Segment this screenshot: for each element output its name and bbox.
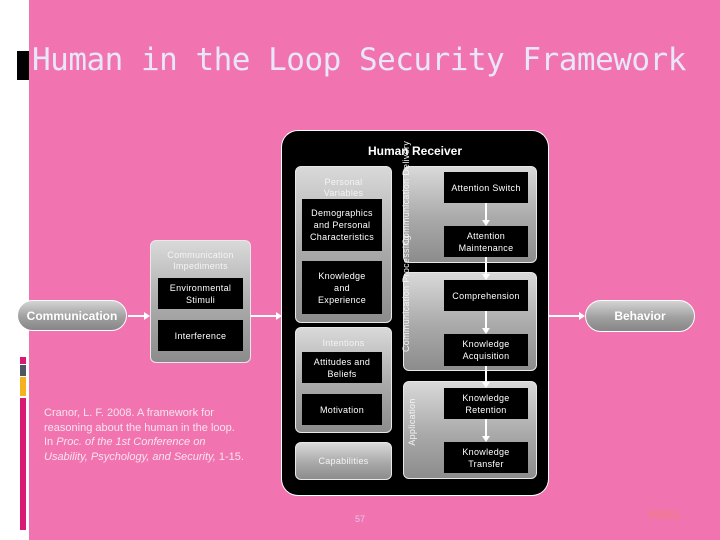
slide-title: Human in the Loop Security Framework bbox=[32, 42, 686, 78]
citation-line-2: reasoning about the human in the loop. bbox=[44, 421, 235, 434]
citation: Cranor, L. F. 2008. A framework for reas… bbox=[44, 406, 284, 464]
attitudes-beliefs-text: Attitudes and Beliefs bbox=[313, 356, 371, 379]
accent-strip-gold bbox=[20, 377, 26, 396]
attention-maintenance-box: Attention Maintenance bbox=[444, 226, 528, 257]
demographics-box: Demographics and Personal Characteristic… bbox=[302, 199, 382, 251]
arrow-impediments-to-receiver bbox=[251, 312, 282, 320]
comprehension-box: Comprehension bbox=[444, 280, 528, 311]
knowledge-transfer-box: Knowledge Transfer bbox=[444, 442, 528, 473]
citation-line-3: In Proc. of the 1st Conference on bbox=[44, 435, 284, 450]
accent-strip-magenta bbox=[20, 398, 26, 530]
title-marker bbox=[17, 51, 29, 80]
interference-box: Interference bbox=[158, 320, 243, 351]
communication-node: Communication bbox=[17, 300, 127, 331]
arrow-switch-to-maintenance bbox=[482, 203, 490, 226]
arrow-retention-to-transfer bbox=[482, 419, 490, 442]
attention-switch-box: Attention Switch bbox=[444, 172, 528, 203]
page-number: 57 bbox=[355, 514, 366, 524]
capabilities-label: Capabilities bbox=[318, 456, 369, 466]
communication-impediments-label: Communication Impediments bbox=[167, 250, 234, 271]
knowledge-acquisition-box: Knowledge Acquisition bbox=[444, 334, 528, 366]
personal-variables-label: Personal Variables bbox=[323, 177, 364, 198]
attention-maintenance-text: Attention Maintenance bbox=[458, 230, 514, 253]
knowledge-retention-box: Knowledge Retention bbox=[444, 388, 528, 419]
citation-conference: Usability, Psychology, and Security, bbox=[44, 450, 216, 463]
intentions-label: Intentions bbox=[322, 338, 365, 348]
citation-proceedings: Proc. of the 1st Conference on bbox=[56, 436, 206, 448]
accent-strip-gray bbox=[20, 365, 26, 376]
citation-pages: 1-15. bbox=[215, 450, 244, 463]
citation-line-1: Cranor, L. F. 2008. A framework for bbox=[44, 407, 214, 419]
capabilities-group: Capabilities bbox=[295, 442, 392, 480]
knowledge-experience-box: Knowledge and Experience bbox=[302, 261, 382, 314]
knowledge-transfer-text: Knowledge Transfer bbox=[462, 446, 510, 469]
copyright-notice: ©2011 bbox=[648, 509, 680, 521]
citation-in: In bbox=[44, 436, 57, 448]
environmental-stimuli-text: Environmental Stimuli bbox=[169, 282, 232, 305]
knowledge-acquisition-text: Knowledge Acquisition bbox=[462, 339, 510, 361]
human-receiver-title: Human Receiver bbox=[367, 144, 463, 158]
application-label: Application bbox=[407, 398, 417, 446]
arrow-comprehension-to-acquisition bbox=[482, 311, 490, 334]
arrow-receiver-to-behavior bbox=[548, 312, 585, 320]
citation-line-4: Usability, Psychology, and Security, 1-1… bbox=[44, 450, 284, 465]
behavior-node: Behavior bbox=[585, 300, 695, 332]
environmental-stimuli-box: Environmental Stimuli bbox=[158, 278, 243, 309]
communication-delivery-label: Communication Delivery bbox=[401, 140, 411, 245]
knowledge-experience-text: Knowledge and Experience bbox=[317, 270, 367, 305]
attitudes-beliefs-box: Attitudes and Beliefs bbox=[302, 352, 382, 383]
knowledge-retention-text: Knowledge Retention bbox=[462, 392, 510, 415]
arrow-communication-to-impediments bbox=[128, 312, 150, 320]
accent-strip-magenta-top bbox=[20, 357, 26, 364]
motivation-box: Motivation bbox=[302, 394, 382, 425]
arrow-acquisition-to-retention bbox=[482, 366, 490, 388]
arrow-maintenance-to-comprehension bbox=[482, 257, 490, 280]
communication-processing-label: Communication Processing bbox=[401, 235, 411, 352]
